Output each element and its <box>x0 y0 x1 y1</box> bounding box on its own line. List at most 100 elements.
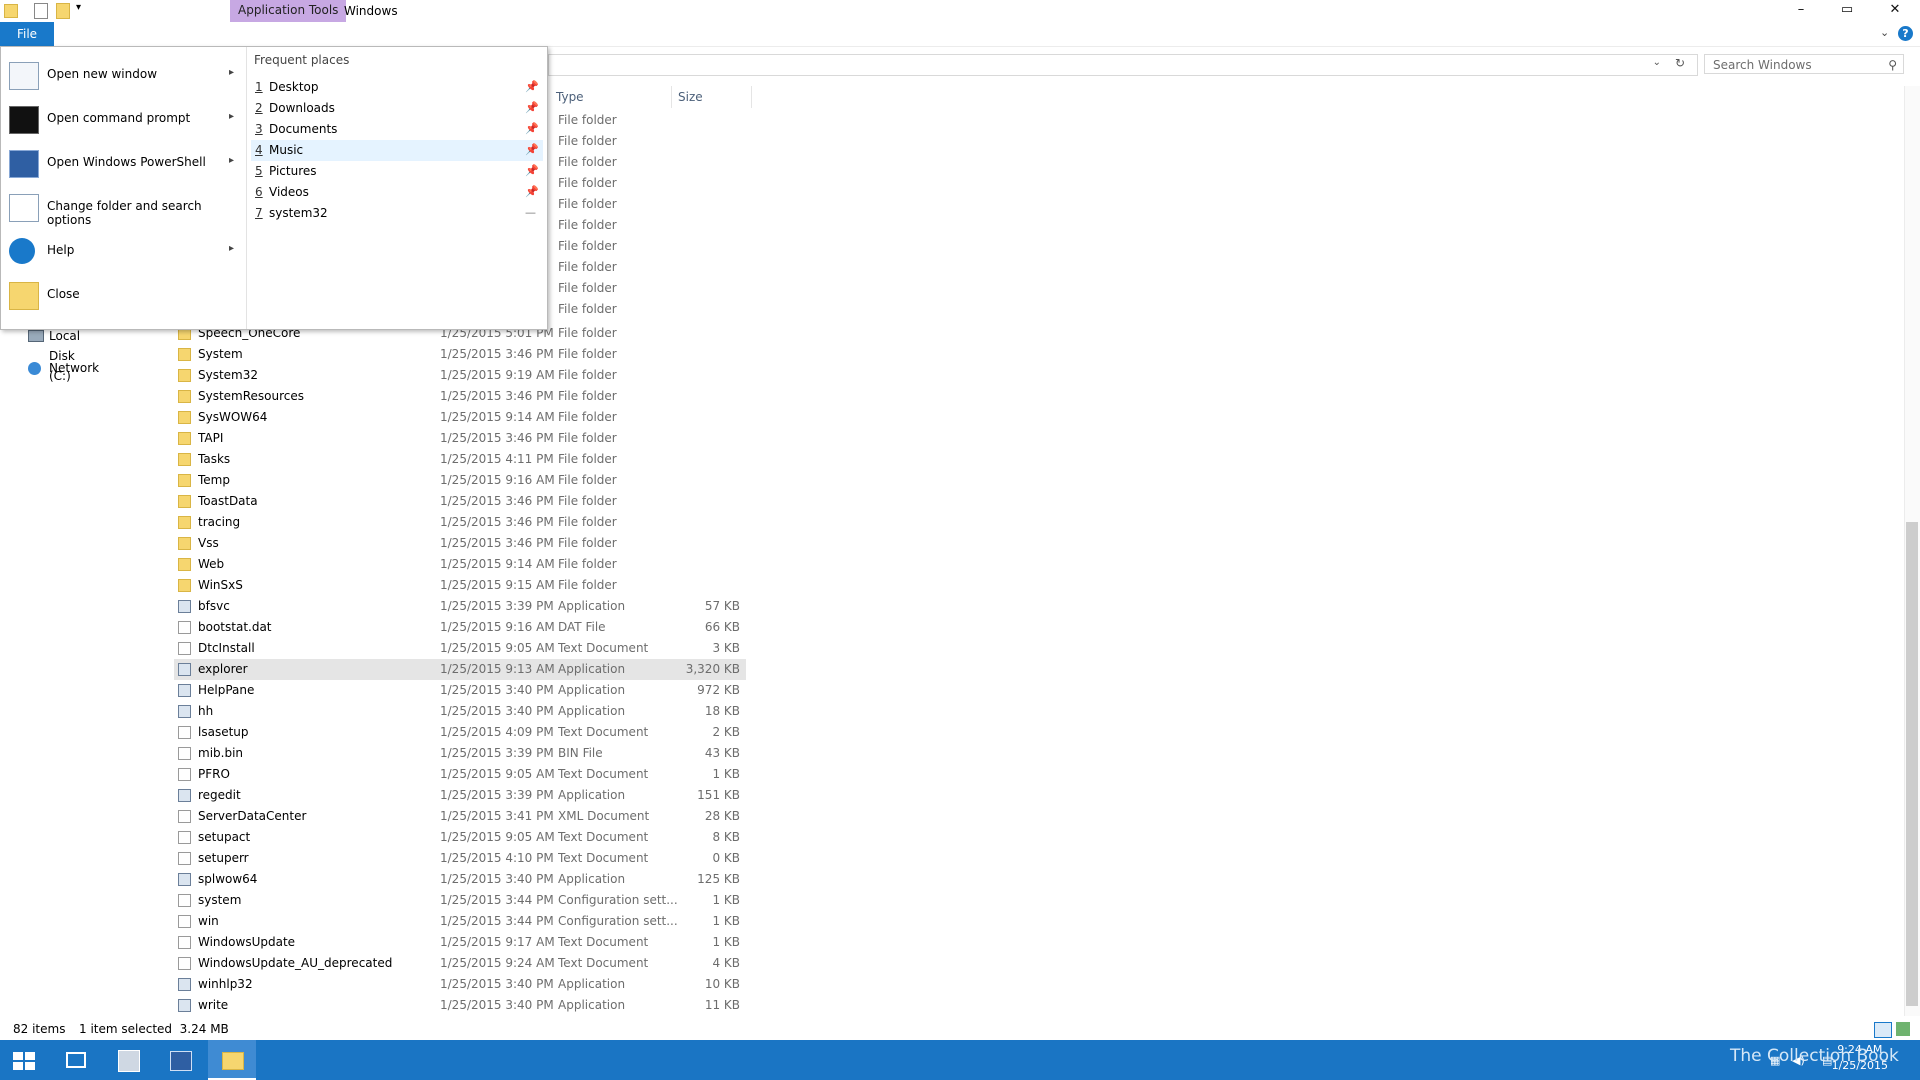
task-view-button[interactable] <box>52 1040 100 1080</box>
file-menu-item-open-command-prompt[interactable]: Open command prompt ▸ <box>1 99 246 139</box>
file-menu-item-help[interactable]: Help ▸ <box>1 231 246 271</box>
file-row[interactable]: explorer 1/25/2015 9:13 AM Application 3,32… <box>174 659 746 680</box>
file-row[interactable]: DtcInstall 1/25/2015 9:05 AM Text Document… <box>174 638 746 659</box>
start-button[interactable] <box>0 1040 48 1080</box>
file-row[interactable]: winhlp32 1/25/2015 3:40 PM Application 10 K… <box>174 974 746 995</box>
application-tools-tab[interactable]: Application Tools <box>230 0 347 22</box>
file-row[interactable]: hh 1/25/2015 3:40 PM Application 18 KB <box>174 701 746 722</box>
file-name-cell: setupact <box>198 830 251 844</box>
file-menu-commands: Open new window ▸ Open command prompt ▸ Open… <box>1 47 247 329</box>
file-name-cell: regedit <box>198 788 241 802</box>
frequent-place-item[interactable]: 3 Documents 📌 <box>251 119 543 140</box>
file-row[interactable]: win 1/25/2015 3:44 PM Configuration sett..… <box>174 911 746 932</box>
file-row[interactable]: TAPI 1/25/2015 3:46 PM File folder <box>174 428 746 449</box>
file-row[interactable]: lsasetup 1/25/2015 4:09 PM Text Document 2 … <box>174 722 746 743</box>
file-row[interactable]: Vss 1/25/2015 3:46 PM File folder <box>174 533 746 554</box>
search-icon[interactable]: ⚲ <box>1888 55 1897 75</box>
file-row[interactable]: System32 1/25/2015 9:19 AM File folder <box>174 365 746 386</box>
file-name-cell: system <box>198 893 242 907</box>
large-icons-view-icon[interactable] <box>1896 1022 1910 1036</box>
column-header-size[interactable]: Size <box>672 86 752 108</box>
file-tab[interactable]: File <box>0 22 54 46</box>
file-row[interactable]: bootstat.dat 1/25/2015 9:16 AM DAT File 66 … <box>174 617 746 638</box>
address-dropdown-icon[interactable]: ⌄ <box>1653 57 1661 68</box>
file-type-cell: File folder <box>558 515 617 529</box>
file-type-cell: File folder <box>558 389 617 403</box>
file-row[interactable]: Web 1/25/2015 9:14 AM File folder <box>174 554 746 575</box>
new-folder-icon[interactable] <box>56 3 70 19</box>
frequent-place-label: Desktop <box>269 80 319 94</box>
file-row[interactable]: HelpPane 1/25/2015 3:40 PM Application 972 … <box>174 680 746 701</box>
search-input[interactable]: Search Windows ⚲ <box>1704 54 1904 74</box>
taskbar-app-server-manager[interactable] <box>104 1040 152 1080</box>
minimize-button[interactable]: – <box>1778 0 1824 22</box>
file-row[interactable]: ServerDataCenter 1/25/2015 3:41 PM XML Doc… <box>174 806 746 827</box>
folder-icon <box>178 453 191 466</box>
task-view-icon <box>66 1052 86 1068</box>
file-row[interactable]: WindowsUpdate 1/25/2015 9:17 AM Text Docum… <box>174 932 746 953</box>
pinned-icon[interactable]: 📌 <box>525 186 539 198</box>
properties-icon[interactable] <box>34 3 48 19</box>
file-menu-item-change-folder-and-search-options[interactable]: Change folder and search options <box>1 187 246 227</box>
file-menu-item-close[interactable]: Close <box>1 275 246 315</box>
server-manager-icon <box>118 1050 140 1072</box>
file-name-cell: mib.bin <box>198 746 244 760</box>
application-icon <box>178 684 191 697</box>
file-row[interactable]: setuperr 1/25/2015 4:10 PM Text Document 0 … <box>174 848 746 869</box>
watermark: The Collection Book <box>1730 1046 1899 1066</box>
file-menu-item-open-new-window[interactable]: Open new window ▸ <box>1 55 246 95</box>
frequent-place-item[interactable]: 4 Music 📌 <box>251 140 543 161</box>
file-row[interactable]: System 1/25/2015 3:46 PM File folder <box>174 344 746 365</box>
quick-access-dropdown-icon[interactable]: ▾ <box>76 2 81 13</box>
frequent-place-item[interactable]: 5 Pictures 📌 <box>251 161 543 182</box>
frequent-place-item[interactable]: 6 Videos 📌 <box>251 182 543 203</box>
address-bar[interactable]: ⌄ ↻ <box>548 54 1698 76</box>
frequent-place-item[interactable]: 1 Desktop 📌 <box>251 77 543 98</box>
pinned-icon[interactable]: 📌 <box>525 165 539 177</box>
application-icon <box>178 600 191 613</box>
file-row[interactable]: setupact 1/25/2015 9:05 AM Text Document 8 … <box>174 827 746 848</box>
file-row[interactable]: splwow64 1/25/2015 3:40 PM Application 125 … <box>174 869 746 890</box>
pinned-icon[interactable]: 📌 <box>525 144 539 156</box>
submenu-arrow-icon: ▸ <box>229 243 235 254</box>
file-row[interactable]: WindowsUpdate_AU_deprecated 1/25/2015 9:2… <box>174 953 746 974</box>
file-size-cell: 66 KB <box>704 620 740 634</box>
file-row[interactable]: Tasks 1/25/2015 4:11 PM File folder <box>174 449 746 470</box>
file-row[interactable]: tracing 1/25/2015 3:46 PM File folder <box>174 512 746 533</box>
frequent-place-item[interactable]: 7 system32 — <box>251 203 543 224</box>
help-icon[interactable]: ? <box>1898 26 1913 41</box>
refresh-icon[interactable]: ↻ <box>1675 56 1685 70</box>
file-name-cell: lsasetup <box>198 725 249 739</box>
file-row[interactable]: regedit 1/25/2015 3:39 PM Application 151 K… <box>174 785 746 806</box>
file-row[interactable]: ToastData 1/25/2015 3:46 PM File folder <box>174 491 746 512</box>
file-size-cell: 8 KB <box>712 830 740 844</box>
file-menu-item-label: Change folder and search options <box>47 199 202 227</box>
file-row[interactable]: WinSxS 1/25/2015 9:15 AM File folder <box>174 575 746 596</box>
pin-icon[interactable]: — <box>525 207 537 219</box>
folder-icon <box>178 474 191 487</box>
pinned-icon[interactable]: 📌 <box>525 81 539 93</box>
document-icon <box>178 726 191 739</box>
file-row[interactable]: Temp 1/25/2015 9:16 AM File folder <box>174 470 746 491</box>
ribbon-expand-icon[interactable]: ⌄ <box>1880 26 1889 39</box>
column-header-type[interactable]: Type <box>550 86 672 108</box>
file-name-cell: WindowsUpdate_AU_deprecated <box>198 956 393 970</box>
file-row[interactable]: mib.bin 1/25/2015 3:39 PM BIN File 43 KB <box>174 743 746 764</box>
file-row[interactable]: SysWOW64 1/25/2015 9:14 AM File folder <box>174 407 746 428</box>
details-view-icon[interactable] <box>1874 1022 1892 1038</box>
scrollbar-thumb[interactable] <box>1906 522 1918 1006</box>
file-menu-item-open-windows-powershell[interactable]: Open Windows PowerShell ▸ <box>1 143 246 183</box>
maximize-button[interactable]: ▭ <box>1824 0 1870 22</box>
file-row[interactable]: PFRO 1/25/2015 9:05 AM Text Document 1 KB <box>174 764 746 785</box>
file-row[interactable]: SystemResources 1/25/2015 3:46 PM File fol… <box>174 386 746 407</box>
close-button[interactable]: ✕ <box>1872 0 1918 22</box>
taskbar-app-file-explorer[interactable] <box>208 1040 256 1080</box>
file-size-cell: 18 KB <box>704 704 740 718</box>
file-row[interactable]: bfsvc 1/25/2015 3:39 PM Application 57 KB <box>174 596 746 617</box>
taskbar-app-powershell[interactable] <box>156 1040 204 1080</box>
frequent-place-item[interactable]: 2 Downloads 📌 <box>251 98 543 119</box>
file-row[interactable]: system 1/25/2015 3:44 PM Configuration set… <box>174 890 746 911</box>
pinned-icon[interactable]: 📌 <box>525 102 539 114</box>
pinned-icon[interactable]: 📌 <box>525 123 539 135</box>
file-row[interactable]: write 1/25/2015 3:40 PM Application 11 KB <box>174 995 746 1016</box>
